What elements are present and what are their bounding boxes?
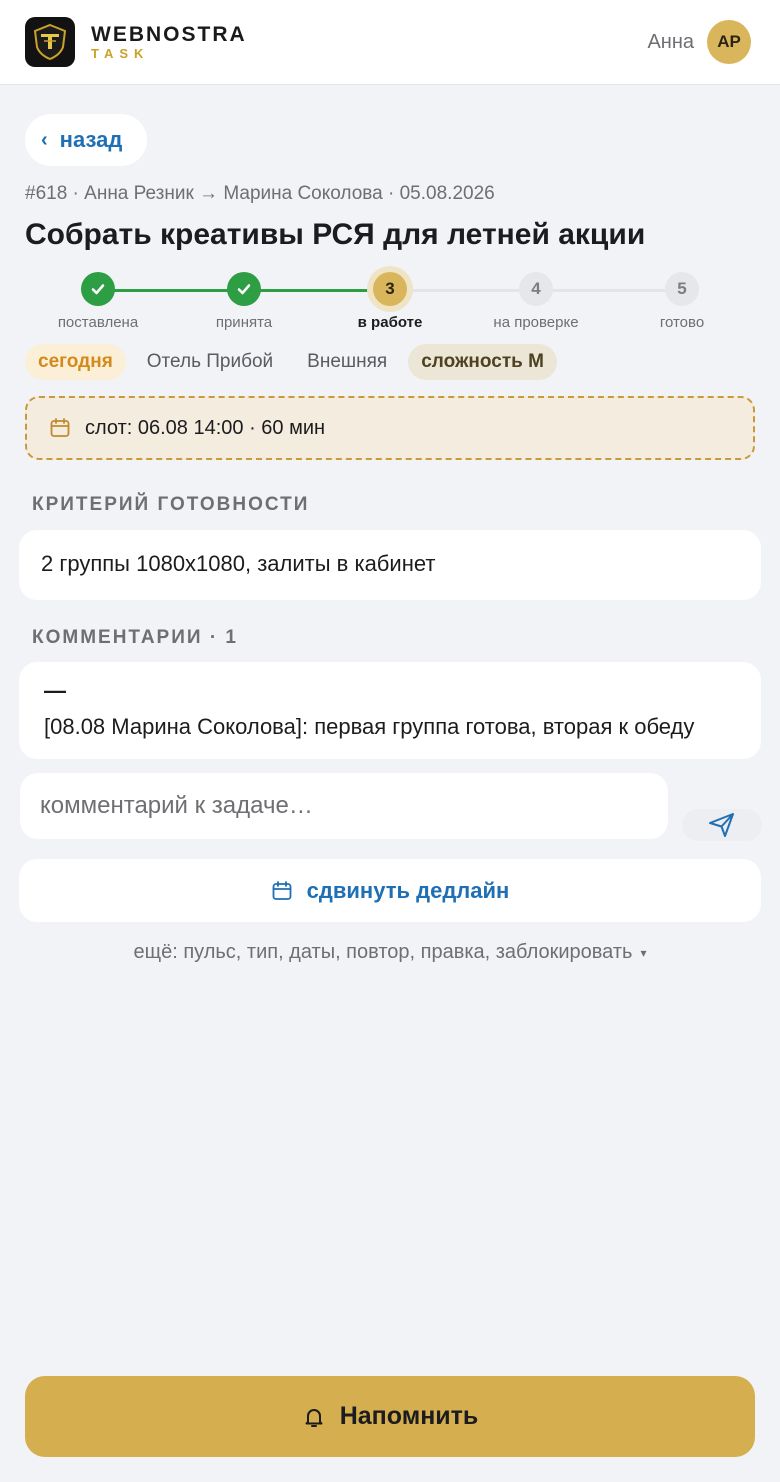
step-accepted[interactable]: принята — [174, 272, 314, 331]
remind-button[interactable]: Напомнить — [25, 1376, 755, 1457]
remind-label: Напомнить — [339, 1402, 479, 1430]
send-icon — [709, 813, 734, 837]
criteria-card: 2 группы 1080x1080, залиты в кабинет — [19, 530, 761, 600]
step-label: поставлена — [57, 314, 139, 331]
back-button[interactable]: ‹ назад — [25, 114, 147, 166]
slot-text: слот: 06.08 14:00 · 60 мин — [85, 416, 326, 439]
calendar-icon — [272, 880, 292, 900]
step-circle: 4 — [519, 272, 553, 306]
chip-hotel[interactable]: Отель Прибой — [134, 344, 286, 380]
comment-input[interactable] — [20, 773, 668, 839]
shield-logo-icon — [33, 23, 67, 61]
time-slot[interactable]: слот: 06.08 14:00 · 60 мин — [25, 396, 755, 460]
step-circle — [227, 272, 261, 306]
step-circle — [81, 272, 115, 306]
step-circle: 5 — [665, 272, 699, 306]
user-name: Анна — [647, 31, 694, 53]
step-label: принята — [215, 314, 273, 331]
more-actions-label: ещё: пульс, тип, даты, повтор, правка, з… — [133, 941, 633, 963]
chip-today[interactable]: сегодня — [25, 344, 126, 380]
comments-heading: КОММЕНТАРИИ · 1 — [32, 627, 238, 648]
comment-separator: — — [44, 678, 66, 703]
caret-down-icon: ▾ — [640, 945, 647, 960]
shift-deadline-button[interactable]: сдвинуть дедлайн — [19, 859, 761, 922]
step-label: на проверке — [493, 314, 579, 331]
calendar-icon — [50, 418, 70, 437]
criteria-text: 2 группы 1080x1080, залиты в кабинет — [41, 551, 436, 576]
back-button-label: назад — [59, 127, 123, 152]
status-stepper: поставлена принята 3 в работе 4 на прове… — [0, 262, 780, 337]
step-label: готово — [659, 314, 705, 331]
brand-subtitle: TASK — [91, 46, 150, 61]
send-comment-button[interactable] — [682, 809, 762, 841]
page-title: Собрать креативы РСЯ для летней акции — [25, 218, 646, 251]
chip-complexity[interactable]: сложность М — [408, 344, 557, 380]
comment-item: [08.08 Марина Соколова]: первая группа г… — [44, 714, 695, 739]
avatar[interactable]: АР — [707, 20, 751, 64]
step-in-progress[interactable]: 3 в работе — [320, 272, 460, 331]
step-review[interactable]: 4 на проверке — [466, 272, 606, 331]
step-posted[interactable]: поставлена — [28, 272, 168, 331]
more-actions-toggle[interactable]: ещё: пульс, тип, даты, повтор, правка, з… — [0, 941, 780, 964]
task-chips: сегодня Отель Прибой Внешняя сложность М — [25, 344, 565, 380]
shift-deadline-label: сдвинуть дедлайн — [306, 877, 510, 903]
chevron-left-icon: ‹ — [41, 128, 48, 151]
step-done[interactable]: 5 готово — [612, 272, 752, 331]
bell-icon — [305, 1408, 323, 1427]
app-header: WEBNOSTRA TASK Анна АР — [0, 0, 780, 85]
criteria-heading: КРИТЕРИЙ ГОТОВНОСТИ — [32, 494, 310, 515]
task-meta: #618 · Анна Резник → Марина Соколова · 0… — [25, 183, 495, 204]
check-icon — [237, 284, 251, 295]
app-logo[interactable] — [25, 17, 75, 67]
step-label: в работе — [357, 314, 423, 331]
brand-name: WEBNOSTRA — [91, 23, 247, 46]
step-circle: 3 — [373, 272, 407, 306]
chip-scope[interactable]: Внешняя — [294, 344, 400, 380]
check-icon — [91, 284, 105, 295]
comments-card: — [08.08 Марина Соколова]: первая группа… — [19, 662, 761, 759]
